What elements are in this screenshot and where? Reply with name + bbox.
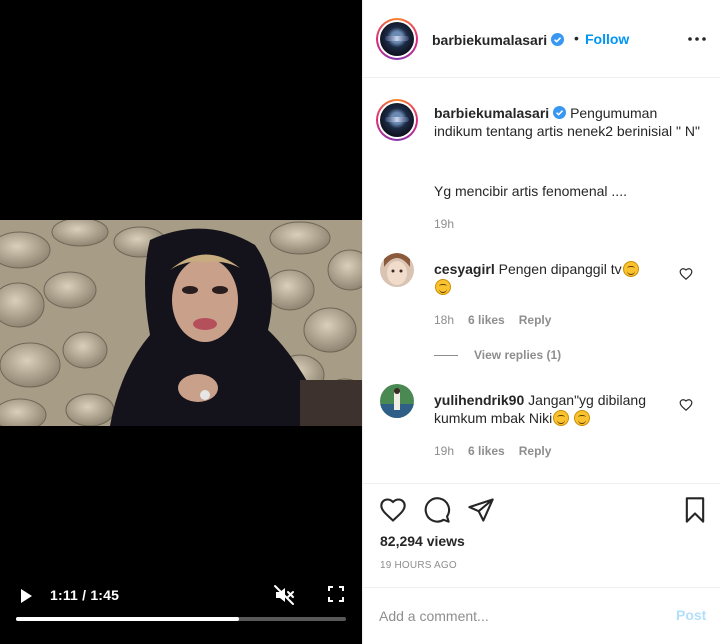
view-replies-button[interactable]: View replies (1) bbox=[434, 348, 561, 362]
commenter-username[interactable]: cesyagirl bbox=[434, 261, 495, 277]
comment-meta: 19h 6 likes Reply bbox=[434, 444, 551, 458]
verified-badge-icon bbox=[553, 106, 567, 119]
comment-likes[interactable]: 6 likes bbox=[468, 444, 505, 458]
comments-area[interactable]: barbiekumalasari Pengumuman indikum tent… bbox=[363, 79, 720, 484]
fullscreen-icon[interactable] bbox=[326, 584, 346, 604]
commenter-username[interactable]: yulihendrik90 bbox=[434, 392, 524, 408]
comment-timestamp[interactable]: 18h bbox=[434, 313, 454, 327]
author-username[interactable]: barbiekumalasari bbox=[432, 32, 547, 48]
like-comment-heart-icon[interactable] bbox=[679, 398, 693, 412]
more-options-icon[interactable] bbox=[685, 30, 709, 48]
commenter-avatar[interactable] bbox=[380, 384, 414, 418]
video-still-image bbox=[0, 220, 362, 426]
action-bar bbox=[363, 485, 720, 535]
like-heart-icon[interactable] bbox=[379, 496, 407, 524]
author-avatar[interactable] bbox=[376, 18, 418, 60]
post-comment-button[interactable]: Post bbox=[676, 607, 706, 623]
post-panel: barbiekumalasari • Follow barbiekumalasa… bbox=[362, 0, 720, 644]
save-bookmark-icon[interactable] bbox=[681, 496, 709, 524]
reply-button[interactable]: Reply bbox=[519, 444, 552, 458]
add-comment-input[interactable] bbox=[379, 605, 639, 627]
video-controls: 1:11 / 1:45 bbox=[0, 574, 362, 644]
caption-author-avatar[interactable] bbox=[376, 99, 418, 141]
comment-meta: 18h 6 likes Reply bbox=[434, 313, 551, 327]
video-player[interactable]: 1:11 / 1:45 bbox=[0, 0, 362, 644]
muted-speaker-icon[interactable] bbox=[272, 583, 296, 607]
post-header: barbiekumalasari • Follow bbox=[363, 0, 720, 78]
view-count[interactable]: 82,294 views bbox=[380, 532, 465, 550]
smiling-face-emoji-icon bbox=[574, 410, 591, 426]
caption-text-line-2: Yg mencibir artis fenomenal .... bbox=[434, 183, 627, 199]
video-progress-bar[interactable] bbox=[16, 617, 346, 621]
comment-likes[interactable]: 6 likes bbox=[468, 313, 505, 327]
video-frame[interactable] bbox=[0, 220, 362, 426]
view-replies-label: View replies (1) bbox=[474, 348, 562, 362]
follow-button[interactable]: Follow bbox=[585, 30, 629, 48]
add-comment-bar: Post bbox=[363, 587, 720, 644]
time-readout: 1:11 / 1:45 bbox=[50, 587, 120, 603]
smiling-face-emoji-icon bbox=[553, 410, 570, 426]
reply-button[interactable]: Reply bbox=[519, 313, 552, 327]
caption-timestamp[interactable]: 19h bbox=[434, 217, 454, 231]
share-paper-plane-icon[interactable] bbox=[467, 496, 495, 524]
dot-separator: • bbox=[574, 30, 579, 46]
caption-author-username[interactable]: barbiekumalasari bbox=[434, 105, 549, 121]
smiling-face-emoji-icon bbox=[435, 279, 451, 295]
replies-divider-line bbox=[434, 354, 458, 356]
commenter-avatar[interactable] bbox=[380, 253, 414, 287]
like-comment-heart-icon[interactable] bbox=[679, 267, 693, 281]
comment-text: Pengen dipanggil tv bbox=[498, 261, 622, 277]
comment-bubble-icon[interactable] bbox=[423, 496, 451, 524]
post-caption: barbiekumalasari Pengumuman indikum tent… bbox=[434, 104, 704, 140]
post-timestamp[interactable]: 19 HOURS AGO bbox=[380, 560, 457, 571]
verified-badge-icon bbox=[551, 33, 565, 46]
play-icon[interactable] bbox=[16, 586, 36, 606]
video-progress-fill bbox=[16, 617, 240, 621]
grinning-face-emoji-icon bbox=[622, 261, 639, 277]
comment-timestamp[interactable]: 19h bbox=[434, 444, 454, 458]
